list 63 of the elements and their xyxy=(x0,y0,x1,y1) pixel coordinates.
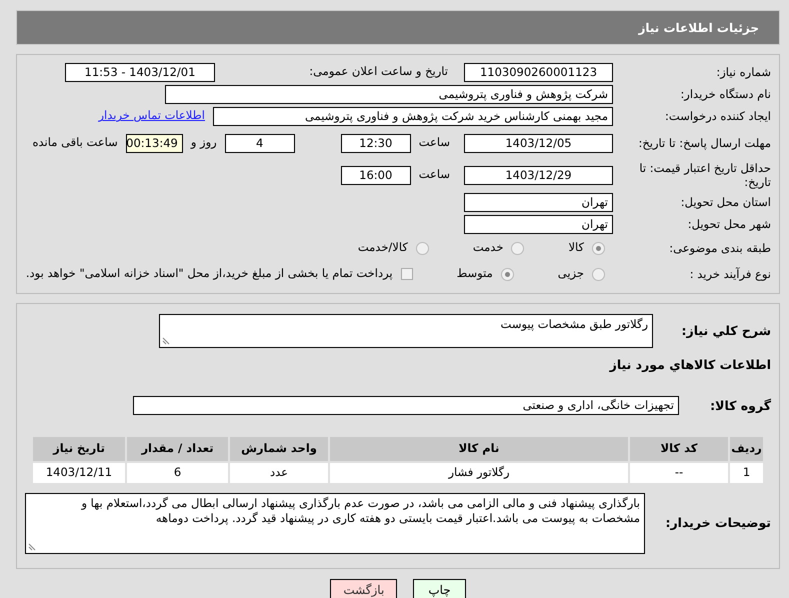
field-value: تهران xyxy=(464,192,613,212)
field-label: مهلت ارسال پاسخ: تا تاریخ: xyxy=(637,136,771,150)
field-value: مجید بهمنی کارشناس خرید شرکت پژوهش و فناوری پتروشیمی xyxy=(213,106,613,126)
field-value: 1103090260001123 xyxy=(464,62,613,82)
field-value: 12:30 xyxy=(340,134,411,152)
table-cell: عدد xyxy=(229,462,329,484)
table-cell: 6 xyxy=(126,462,229,484)
option-label: کالا/خدمت xyxy=(358,239,408,256)
field-label: حداقل تاریخ اعتبار قیمت: تا تاریخ: xyxy=(638,160,771,190)
field-label: نام دستگاه خریدار: xyxy=(679,86,771,102)
table-cell: 1403/12/11 xyxy=(32,462,126,484)
option-label: کالا xyxy=(568,239,584,256)
page-title: جزئیات اطلاعات نیاز xyxy=(16,10,780,45)
description-text: رگلاتور طبق مشخصات پیوست xyxy=(500,317,648,331)
option-label: متوسط xyxy=(456,265,493,282)
field-label: شرح کلي نياز: xyxy=(680,323,771,339)
checkbox-label: پرداخت تمام یا بخشی از مبلغ خرید،از محل "اسناد خزانه اسلامی" خواهد بود. xyxy=(26,265,393,282)
field-value: 1403/12/05 xyxy=(464,134,613,152)
field-value: 16:00 xyxy=(340,166,411,184)
field-label: توضیحات خریدار: xyxy=(664,515,771,532)
radio-button[interactable] xyxy=(416,242,429,254)
checkbox[interactable] xyxy=(400,268,413,280)
table-cell: -- xyxy=(629,462,729,484)
field-label: نوع فرآیند خرید : xyxy=(688,266,771,282)
table-cell: 1 xyxy=(729,462,764,484)
field-label: طبقه بندی موضوعی: xyxy=(668,240,771,256)
field-value: 1403/12/01 - 11:53 xyxy=(65,62,215,82)
radio-button[interactable] xyxy=(511,242,524,254)
radio-button[interactable] xyxy=(500,268,514,280)
field-label: استان محل تحویل: xyxy=(680,194,771,210)
field-label: ایجاد کننده درخواست: xyxy=(664,108,771,124)
field-value: شرکت پژوهش و فناوری پتروشیمی xyxy=(165,84,613,104)
field-value: 1403/12/29 xyxy=(464,166,613,184)
field-label: شماره نیاز: xyxy=(715,64,771,80)
column-header: تاريخ نياز xyxy=(32,436,126,462)
notes-text: بارگذاری پیشنهاد فنی و مالی الزامی می باشد، در صورت عدم بارگذاری پیشنهاد ارسالی ابطال می گردد،استعلام بها و مشخصات به پیوست می باشد.اعتبار قیمت بایستی دو هفته کاری در پیشنهاد قید گردد. پرداخت دوماهه xyxy=(81,496,640,526)
option-label: جزیی xyxy=(558,265,584,282)
back-button[interactable]: بازگشت xyxy=(330,578,398,598)
column-header: نام کالا xyxy=(329,436,629,462)
column-header: کد کالا xyxy=(629,436,729,462)
countdown-value: 00:13:49 xyxy=(126,134,183,152)
field-value: تهران xyxy=(464,214,613,234)
section-title: اطلاعات کالاهاي مورد نياز xyxy=(608,356,771,374)
field-label: ساعت xyxy=(418,134,450,152)
field-label: شهر محل تحویل: xyxy=(686,216,771,232)
radio-button[interactable] xyxy=(592,242,605,254)
field-label: ساعت xyxy=(418,166,450,184)
resize-grip-icon[interactable] xyxy=(162,337,170,345)
field-label: روز و xyxy=(190,134,217,152)
radio-button[interactable] xyxy=(592,268,605,280)
field-value: تجهیزات خانگی، اداری و صنعتی xyxy=(133,396,679,416)
table-cell: رگلاتور فشار xyxy=(329,462,629,484)
contact-link[interactable]: اطلاعات تماس خریدار xyxy=(98,107,205,125)
print-button[interactable]: چاپ xyxy=(413,578,466,598)
field-value: 4 xyxy=(224,134,295,152)
resize-grip-icon[interactable] xyxy=(28,542,36,551)
field-label: گروه کالا: xyxy=(709,398,771,414)
field-label: تاریخ و ساعت اعلان عمومی: xyxy=(308,63,448,80)
column-header: واحد شمارش xyxy=(229,436,329,462)
field-label: ساعت باقی مانده xyxy=(32,134,118,152)
column-header: تعداد / مقدار xyxy=(126,436,229,462)
column-header: رديف xyxy=(729,436,764,462)
option-label: خدمت xyxy=(472,239,504,256)
